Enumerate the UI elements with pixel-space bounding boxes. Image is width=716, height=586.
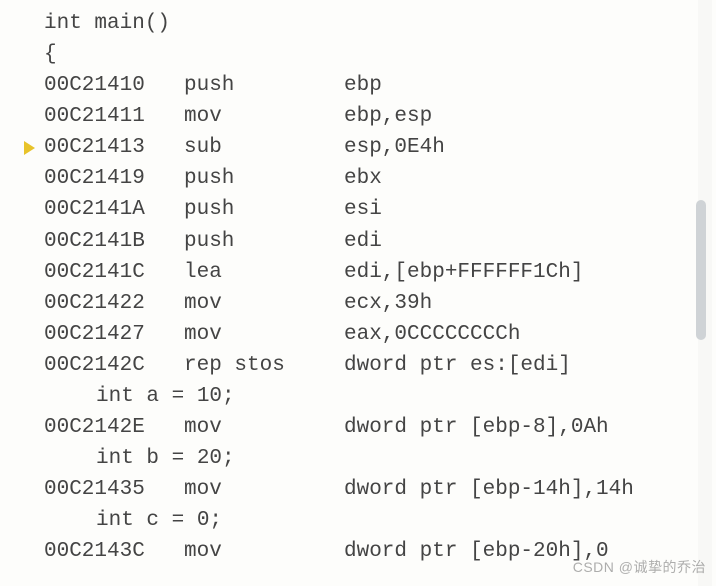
operand-cell: esi	[344, 194, 382, 225]
address-cell: 00C2142C	[44, 350, 184, 381]
asm-line[interactable]: 00C21411movebp,esp	[0, 101, 716, 132]
opcode-cell: mov	[184, 319, 344, 350]
address-cell: 00C2142E	[44, 412, 184, 443]
source-text: int a = 10;	[44, 381, 235, 412]
opcode-cell: mov	[184, 412, 344, 443]
current-line-arrow-icon	[24, 141, 35, 155]
operand-cell: ebx	[344, 163, 382, 194]
watermark-text: CSDN @诚挚的乔治	[573, 557, 706, 578]
source-line-decl-c[interactable]: int c = 0;	[0, 505, 716, 536]
source-text: int c = 0;	[44, 505, 222, 536]
asm-line[interactable]: 00C2141Apushesi	[0, 194, 716, 225]
operand-cell: eax,0CCCCCCCCh	[344, 319, 520, 350]
opcode-cell: lea	[184, 257, 344, 288]
address-cell: 00C21413	[44, 132, 184, 163]
opcode-cell: mov	[184, 474, 344, 505]
operand-cell: edi,[ebp+FFFFFF1Ch]	[344, 257, 583, 288]
address-cell: 00C21435	[44, 474, 184, 505]
source-line-decl-a[interactable]: int a = 10;	[0, 381, 716, 412]
address-cell: 00C21419	[44, 163, 184, 194]
operand-cell: ecx,39h	[344, 288, 432, 319]
source-line-func[interactable]: int main()	[0, 8, 716, 39]
opcode-cell: mov	[184, 101, 344, 132]
source-text: int main()	[44, 8, 170, 39]
address-cell: 00C2141C	[44, 257, 184, 288]
source-text: {	[44, 39, 57, 70]
opcode-cell: push	[184, 70, 344, 101]
opcode-cell: mov	[184, 536, 344, 567]
scrollbar-thumb[interactable]	[696, 200, 706, 340]
source-line-brace[interactable]: {	[0, 39, 716, 70]
asm-line[interactable]: 00C21435movdword ptr [ebp-14h],14h	[0, 474, 716, 505]
opcode-cell: push	[184, 226, 344, 257]
address-cell: 00C2143C	[44, 536, 184, 567]
asm-line[interactable]: 00C21410pushebp	[0, 70, 716, 101]
operand-cell: ebp,esp	[344, 101, 432, 132]
source-line-decl-b[interactable]: int b = 20;	[0, 443, 716, 474]
address-cell: 00C2141B	[44, 226, 184, 257]
operand-cell: edi	[344, 226, 382, 257]
operand-cell: dword ptr [ebp-20h],0	[344, 536, 609, 567]
scrollbar-track[interactable]	[698, 0, 712, 586]
address-cell: 00C21427	[44, 319, 184, 350]
asm-line[interactable]: 00C21427moveax,0CCCCCCCCh	[0, 319, 716, 350]
address-cell: 00C21410	[44, 70, 184, 101]
operand-cell: dword ptr es:[edi]	[344, 350, 571, 381]
operand-cell: dword ptr [ebp-14h],14h	[344, 474, 634, 505]
operand-cell: esp,0E4h	[344, 132, 445, 163]
opcode-cell: push	[184, 194, 344, 225]
opcode-cell: mov	[184, 288, 344, 319]
operand-cell: ebp	[344, 70, 382, 101]
source-text: int b = 20;	[44, 443, 235, 474]
operand-cell: dword ptr [ebp-8],0Ah	[344, 412, 609, 443]
disassembly-editor: int main() { 00C21410pushebp 00C21411mov…	[0, 0, 716, 586]
address-cell: 00C21411	[44, 101, 184, 132]
asm-line-current[interactable]: 00C21413subesp,0E4h	[0, 132, 716, 163]
opcode-cell: sub	[184, 132, 344, 163]
opcode-cell: rep stos	[184, 350, 344, 381]
address-cell: 00C2141A	[44, 194, 184, 225]
asm-line[interactable]: 00C2141Cleaedi,[ebp+FFFFFF1Ch]	[0, 257, 716, 288]
asm-line[interactable]: 00C2142Crep stosdword ptr es:[edi]	[0, 350, 716, 381]
asm-line[interactable]: 00C2142Emovdword ptr [ebp-8],0Ah	[0, 412, 716, 443]
address-cell: 00C21422	[44, 288, 184, 319]
asm-line[interactable]: 00C21419pushebx	[0, 163, 716, 194]
asm-line[interactable]: 00C21422movecx,39h	[0, 288, 716, 319]
asm-line[interactable]: 00C2141Bpushedi	[0, 226, 716, 257]
opcode-cell: push	[184, 163, 344, 194]
